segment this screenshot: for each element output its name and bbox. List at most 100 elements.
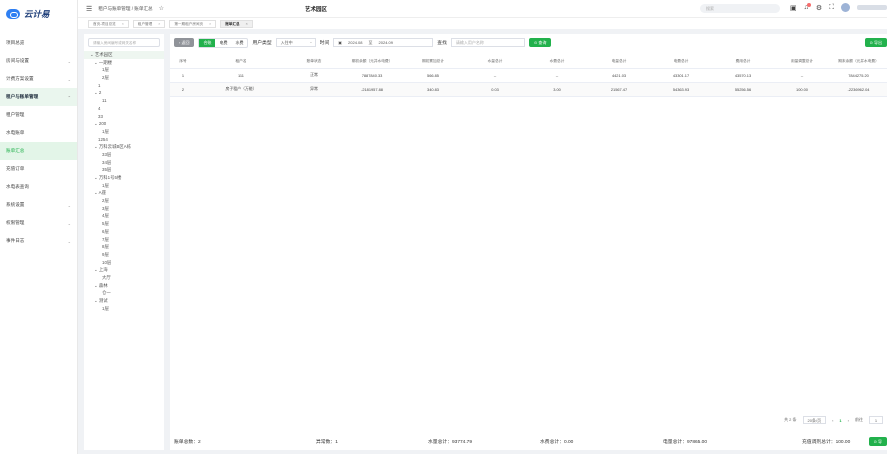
sidebar-item-label: 充值订单 [6, 166, 25, 171]
goto-label: 前往 [855, 417, 863, 422]
segment-option[interactable]: 合账 [199, 38, 216, 47]
sidebar-item-label: 事件日志 [6, 238, 25, 243]
tree-node[interactable]: 9层 [84, 251, 164, 259]
chevron-down-icon: ⌄ [67, 76, 71, 82]
sidebar-item[interactable]: 事件日志 ⌄ [0, 232, 77, 250]
segment-option[interactable]: 电费 [215, 39, 231, 47]
prev-page-button[interactable]: ‹ [832, 418, 833, 423]
sidebar-menu: 项目总览 房间与设置 ⌄ 计费方案设置 ⌄ 租户与账单管理 ⌃ 租户管理 水电账单账单汇总充值订… [0, 34, 77, 250]
tree-node[interactable]: 1 [84, 82, 164, 90]
tree-node[interactable]: ⌄ 2 [84, 89, 164, 97]
sidebar-item[interactable]: 租户管理 [0, 106, 77, 124]
bell-icon[interactable]: ♫ [804, 3, 812, 11]
tree-node[interactable]: 1层 [84, 305, 164, 313]
tree-node[interactable]: 34层 [84, 159, 164, 167]
fullscreen-icon[interactable]: ⛶ [829, 4, 834, 12]
tree-node[interactable]: 8层 [84, 243, 164, 251]
tab-item[interactable]: 第一期租户房间页 × [169, 19, 217, 28]
segment-option[interactable]: 水费 [231, 39, 247, 47]
avatar[interactable] [841, 3, 851, 12]
settings-icon[interactable]: ⚙ [816, 4, 822, 12]
sidebar-item[interactable]: 租户与账单管理 ⌃ [0, 88, 77, 106]
tree-node[interactable]: 仓一 [84, 289, 164, 297]
tab-item[interactable]: 租户管理 × [132, 19, 166, 28]
tab-label: 首页-项目总览 [93, 21, 116, 26]
sidebar-item[interactable]: 房间与设置 ⌄ [0, 52, 77, 70]
summary-action-button[interactable]: ⊙ 导 [868, 436, 887, 446]
pagination: 共 2 条 20条/页 ‹ 1 › 前往 1 [170, 414, 887, 426]
user-name-input[interactable]: 请输入用户名称 [450, 38, 525, 47]
close-icon[interactable]: × [158, 21, 160, 27]
sidebar-item[interactable]: 水电账单 [0, 124, 77, 142]
column-header: 期初余额（元并水电费） [342, 55, 402, 69]
goto-page-input[interactable]: 1 [869, 416, 883, 424]
search-input[interactable]: 搜索 [700, 4, 780, 13]
chevron-down-icon: ⌄ [67, 238, 71, 244]
current-page[interactable]: 1 [839, 418, 841, 423]
tree-node[interactable]: 10层 [84, 259, 164, 267]
close-icon[interactable]: × [209, 21, 211, 27]
tree-node[interactable]: 11 [84, 97, 164, 105]
summary-water-qty: 水量总计：93774.79 [428, 439, 472, 445]
table-cell: 100.00 [774, 82, 830, 97]
star-icon[interactable]: ☆ [159, 5, 164, 12]
tree-node[interactable]: 4 [84, 105, 164, 113]
tab-item[interactable]: 账单汇总 × [220, 19, 253, 28]
tree-node[interactable]: ⌄ 万科云城B区A栋 [84, 143, 164, 151]
tree-node[interactable]: 1层 [84, 128, 164, 136]
app-logo[interactable]: 云计易 [0, 0, 77, 28]
date-range-picker[interactable]: ▣ 2024.08 至 2024.09 [333, 38, 434, 47]
tree-node[interactable]: ⌄ A座 [84, 189, 164, 197]
tree-node[interactable]: 35层 [84, 166, 164, 174]
back-button[interactable]: ‹ 返回 [174, 38, 195, 47]
tree-node[interactable]: 5层 [84, 220, 164, 228]
date-end: 2024.09 [378, 40, 393, 45]
sidebar-item[interactable]: 计费方案设置 ⌄ [0, 70, 77, 88]
search-button[interactable]: ⊙ 查询 [528, 38, 552, 47]
sidebar-item-label: 账单汇总 [6, 148, 25, 153]
tree-node[interactable]: ⌄ 一期楼 [84, 59, 164, 67]
tree-node[interactable]: ⌄ 上海 [84, 266, 164, 274]
tab-item[interactable]: 首页-项目总览 × [88, 19, 129, 28]
menu-toggle-icon[interactable]: ☰ [86, 5, 92, 13]
tree-node[interactable]: 1层 [84, 66, 164, 74]
next-page-button[interactable]: › [848, 418, 849, 423]
tree-node[interactable]: 7层 [84, 236, 164, 244]
table-row[interactable]: 1 111 正常 7887840.33 566.85 -- -- 4421.03 43301.1… [170, 68, 887, 83]
toolbar: ‹ 返回 合账电费水费 用户类型 入住中 时间 ▣ 2024.08 至 2024… [170, 34, 887, 51]
tree-node[interactable]: ⌄ 森林 [84, 282, 164, 290]
table-body: 1 111 正常 7887840.33 566.85 -- -- 4421.03 43301.1… [170, 68, 887, 97]
tree-search-input[interactable]: 请输入房间编号或网关名称 [88, 38, 160, 47]
tree-node[interactable]: ⌄ 艺术园区 [84, 51, 164, 59]
tree-node[interactable]: 4层 [84, 212, 164, 220]
tree-node[interactable]: 33层 [84, 151, 164, 159]
sidebar-item[interactable]: 系统设置 ⌄ [0, 196, 77, 214]
tree-node[interactable]: ⌄ 200 [84, 120, 164, 128]
logo-text: 云计易 [24, 9, 50, 19]
table-row[interactable]: 2 房子租户（万能） 异常 -2181957.88 340.83 0.03 3.00 2156… [170, 82, 887, 97]
tree-node[interactable]: ⌄ 万科1号5楼 [84, 174, 164, 182]
tree-node[interactable]: 1层 [84, 182, 164, 190]
tree-node[interactable]: 6层 [84, 228, 164, 236]
calendar-icon[interactable]: ▣ [790, 4, 797, 12]
tree-node[interactable]: 2层 [84, 74, 164, 82]
bill-summary-table: 序号 租户名 账单状态 期初余额（元并水电费） 期初累加总计 水量总计 水费总计 电量总计 电费… [170, 55, 887, 97]
tree-node[interactable]: 33 [84, 113, 164, 121]
page-size-select[interactable]: 20条/页 [802, 416, 827, 424]
tree-node[interactable]: ⌄ 测试 [84, 297, 164, 305]
tree-list: ⌄ 艺术园区 ⌄ 一期楼 1层 2层 1 ⌄ 2 11 4 33 ⌄ 200 1层 1254 ⌄ 万科云… [84, 51, 164, 312]
close-icon[interactable]: × [246, 21, 248, 27]
tree-node[interactable]: 2层 [84, 197, 164, 205]
user-name[interactable] [857, 5, 887, 10]
tree-node[interactable]: 1254 [84, 136, 164, 144]
close-icon[interactable]: × [122, 21, 124, 27]
export-button[interactable]: ⊙ 导出 [864, 38, 887, 47]
sidebar-item[interactable]: 权限管理 ⌄ [0, 214, 77, 232]
sidebar-item[interactable]: 充值订单 [0, 160, 77, 178]
sidebar-item[interactable]: 账单汇总 [0, 142, 77, 160]
sidebar-item[interactable]: 水电表查询 [0, 178, 77, 196]
tree-node[interactable]: 3层 [84, 205, 164, 213]
tree-node[interactable]: 大厅 [84, 274, 164, 282]
sidebar-item[interactable]: 项目总览 [0, 34, 77, 52]
user-type-select[interactable]: 入住中 [275, 38, 316, 47]
